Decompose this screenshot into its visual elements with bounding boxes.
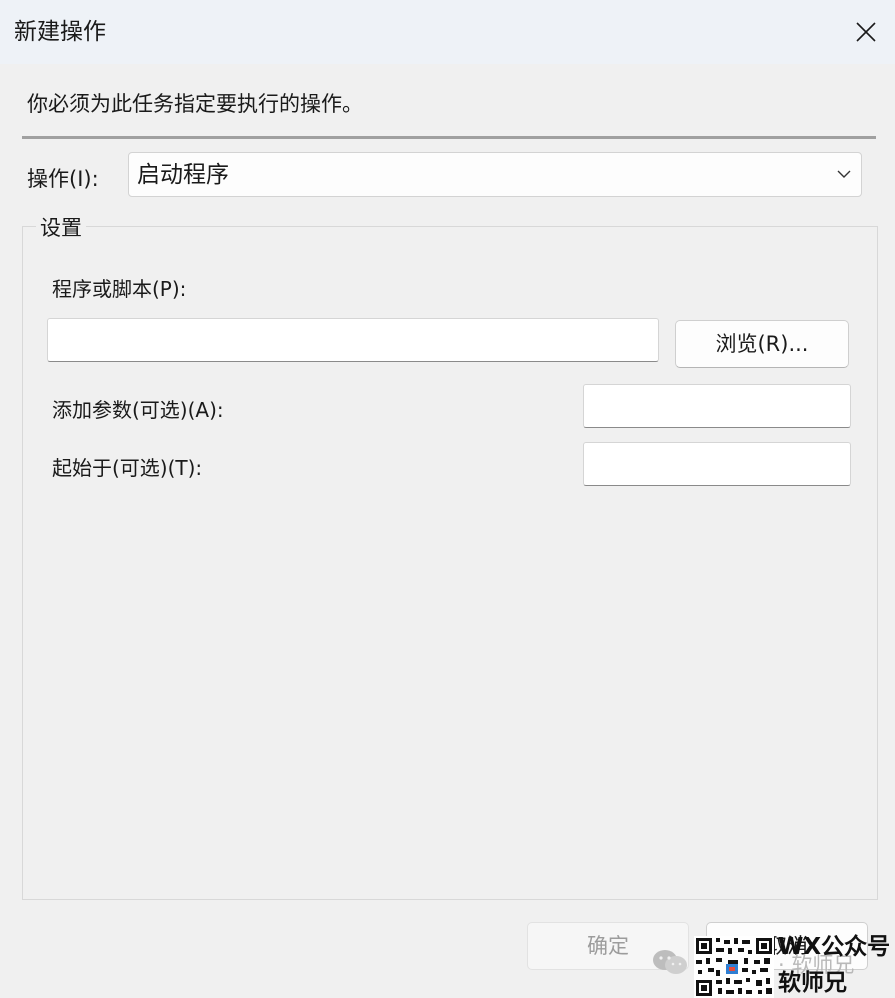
header-separator <box>22 136 876 139</box>
arguments-label: 添加参数(可选)(A): <box>52 398 224 422</box>
watermark-line1: WX公众号 <box>778 934 891 960</box>
start-in-label: 起始于(可选)(T): <box>52 456 203 480</box>
settings-legend: 设置 <box>36 212 86 244</box>
close-button[interactable] <box>840 6 892 58</box>
arguments-input[interactable] <box>583 384 851 428</box>
program-label: 程序或脚本(P): <box>52 277 187 301</box>
action-dropdown-value: 启动程序 <box>137 162 229 188</box>
dialog-title: 新建操作 <box>14 19 106 45</box>
action-label: 操作(I): <box>27 167 99 191</box>
new-action-dialog: 新建操作 你必须为此任务指定要执行的操作。 操作(I): 启动程序 设置 程序或… <box>0 0 895 998</box>
close-icon <box>856 22 876 42</box>
title-bar: 新建操作 <box>0 0 895 64</box>
watermark-line2: 软师兄 <box>778 970 847 996</box>
qr-code <box>694 936 774 998</box>
start-in-input[interactable] <box>583 442 851 486</box>
wechat-icon <box>653 950 687 974</box>
action-dropdown[interactable]: 启动程序 <box>128 152 862 197</box>
chevron-down-icon <box>837 170 851 178</box>
browse-button[interactable]: 浏览(R)... <box>675 320 849 368</box>
instruction-text: 你必须为此任务指定要执行的操作。 <box>27 92 363 116</box>
program-input[interactable] <box>47 318 659 362</box>
